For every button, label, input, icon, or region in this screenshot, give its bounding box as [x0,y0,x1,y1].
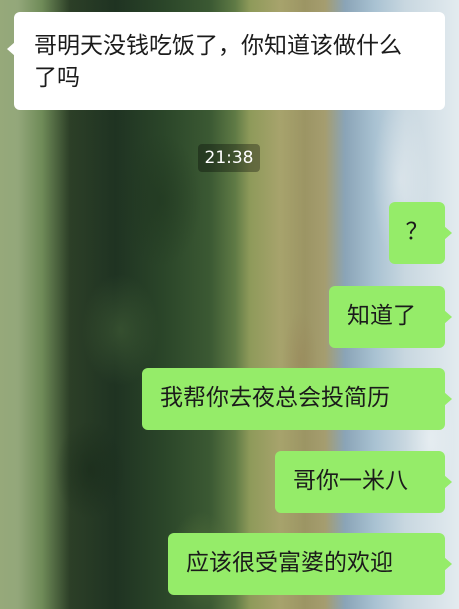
outgoing-message-bubble[interactable]: 我帮你去夜总会投简历 [142,368,452,430]
outgoing-message-bubble[interactable]: 哥你一米八 [275,451,452,513]
message-text: 应该很受富婆的欢迎 [186,550,393,576]
message-text: 哥你一米八 [293,468,408,494]
message-text: 我帮你去夜总会投简历 [160,385,390,411]
incoming-message-bubble[interactable]: 哥明天没钱吃饭了，你知道该做什么了吗 [7,12,445,110]
message-text: ？ [405,219,429,245]
outgoing-message-bubble[interactable]: 应该很受富婆的欢迎 [168,533,452,595]
chat-area[interactable]: 哥明天没钱吃饭了，你知道该做什么了吗 21:38 ？ 知道了 我帮你去夜总会投简… [0,0,459,609]
message-text: 知道了 [347,303,416,329]
message-text: 哥明天没钱吃饭了，你知道该做什么了吗 [34,33,402,91]
outgoing-message-bubble[interactable]: 知道了 [329,286,452,348]
timestamp-divider: 21:38 [198,144,260,172]
outgoing-message-bubble[interactable]: ？ [389,202,452,264]
